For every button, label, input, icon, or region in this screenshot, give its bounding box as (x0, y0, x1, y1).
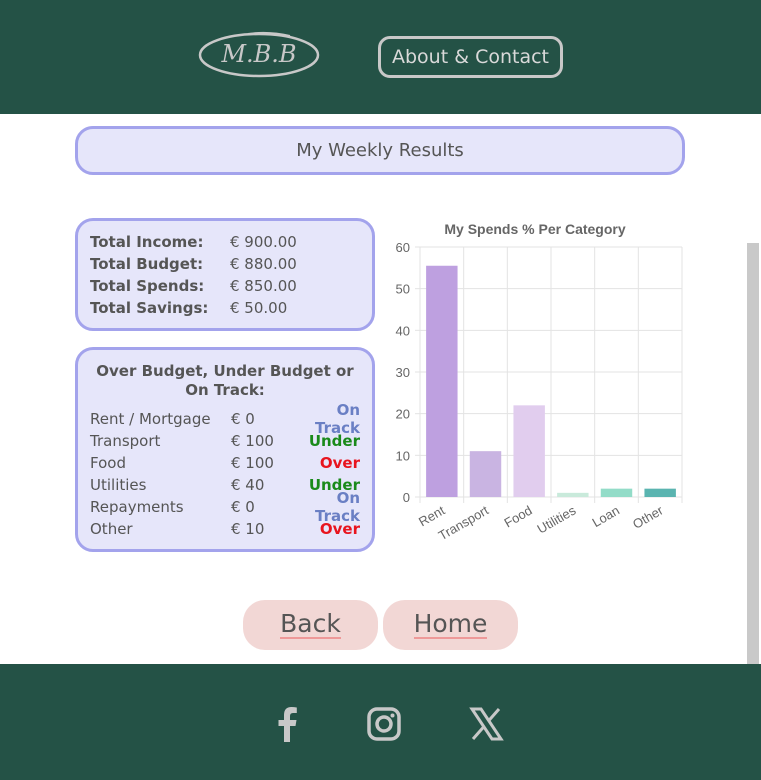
totals-card: Total Income: € 900.00 Total Budget: € 8… (75, 218, 375, 331)
chart-bar (557, 492, 589, 497)
total-budget-value: € 880.00 (230, 255, 297, 273)
chart-bar (513, 405, 545, 497)
chart-bar (426, 265, 458, 497)
total-spends-label: Total Spends: (90, 277, 205, 295)
chart-x-tick-label: Food (501, 503, 534, 531)
budget-category: Utilities (90, 476, 147, 494)
budget-row-rent: Rent / Mortgage € 0 On Track (90, 401, 360, 437)
spends-chart: My Spends % Per Category 0 10 20 30 40 50 60 Ren… (388, 214, 688, 544)
top-navbar: M.B.B About & Contact (0, 0, 761, 114)
budget-amount: € 40 (231, 476, 265, 494)
budget-category: Rent / Mortgage (90, 410, 211, 428)
chart-x-tick-label: Utilities (535, 502, 579, 536)
budget-category: Food (90, 454, 126, 472)
budget-category: Transport (90, 432, 161, 450)
spends-chart-svg: My Spends % Per Category0102030405060Ren… (396, 221, 683, 543)
total-income-value: € 900.00 (230, 233, 297, 251)
chart-title: My Spends % Per Category (444, 221, 625, 237)
chart-x-tick-label: Loan (589, 503, 622, 530)
budget-row-food: Food € 100 Over (90, 452, 360, 474)
chart-y-tick-label: 60 (396, 240, 410, 255)
chart-y-tick-label: 40 (396, 323, 410, 338)
total-spends-value: € 850.00 (230, 277, 297, 295)
budget-amount: € 100 (231, 432, 274, 450)
chart-y-tick-label: 30 (396, 365, 410, 380)
scrollbar[interactable] (747, 243, 759, 664)
chart-y-tick-label: 20 (396, 407, 410, 422)
budget-status-card: Over Budget, Under Budget or On Track: R… (75, 347, 375, 552)
budget-row-other: Other € 10 Over (90, 518, 360, 540)
home-button-label: Home (413, 609, 488, 639)
facebook-icon[interactable] (267, 704, 307, 744)
chart-y-tick-label: 50 (396, 282, 410, 297)
budget-category: Repayments (90, 498, 184, 516)
site-logo[interactable]: M.B.B (198, 30, 320, 78)
budget-amount: € 0 (231, 410, 255, 428)
total-budget-row: Total Budget: € 880.00 (90, 253, 360, 275)
budget-amount: € 10 (231, 520, 265, 538)
total-income-label: Total Income: (90, 233, 204, 251)
total-income-row: Total Income: € 900.00 (90, 231, 360, 253)
budget-row-transport: Transport € 100 Under (90, 430, 360, 452)
total-savings-row: Total Savings: € 50.00 (90, 297, 360, 319)
back-button[interactable]: Back (243, 600, 378, 650)
budget-status: Over (319, 454, 360, 472)
chart-x-tick-label: Transport (436, 502, 492, 543)
budget-amount: € 0 (231, 498, 255, 516)
chart-bar (600, 488, 633, 497)
back-button-label: Back (280, 609, 341, 639)
about-contact-button[interactable]: About & Contact (378, 36, 563, 78)
chart-x-tick-label: Other (630, 502, 666, 532)
home-button[interactable]: Home (383, 600, 518, 650)
chart-bar (469, 451, 502, 497)
logo-oval-icon: M.B.B (198, 31, 320, 78)
total-savings-value: € 50.00 (230, 299, 288, 317)
x-twitter-icon[interactable] (466, 704, 506, 744)
budget-status-heading: Over Budget, Under Budget or On Track: (96, 362, 354, 399)
budget-row-repayments: Repayments € 0 On Track (90, 489, 360, 525)
instagram-icon[interactable] (364, 704, 404, 744)
chart-bar (644, 488, 676, 497)
budget-status: Over (319, 520, 360, 538)
budget-status: Under (308, 432, 360, 450)
chart-y-tick-label: 10 (396, 448, 410, 463)
chart-y-tick-label: 0 (403, 490, 410, 505)
logo-text: M.B.B (220, 40, 296, 68)
budget-category: Other (90, 520, 133, 538)
total-savings-label: Total Savings: (90, 299, 209, 317)
total-budget-label: Total Budget: (90, 255, 204, 273)
page-title: My Weekly Results (75, 126, 685, 175)
budget-amount: € 100 (231, 454, 274, 472)
total-spends-row: Total Spends: € 850.00 (90, 275, 360, 297)
